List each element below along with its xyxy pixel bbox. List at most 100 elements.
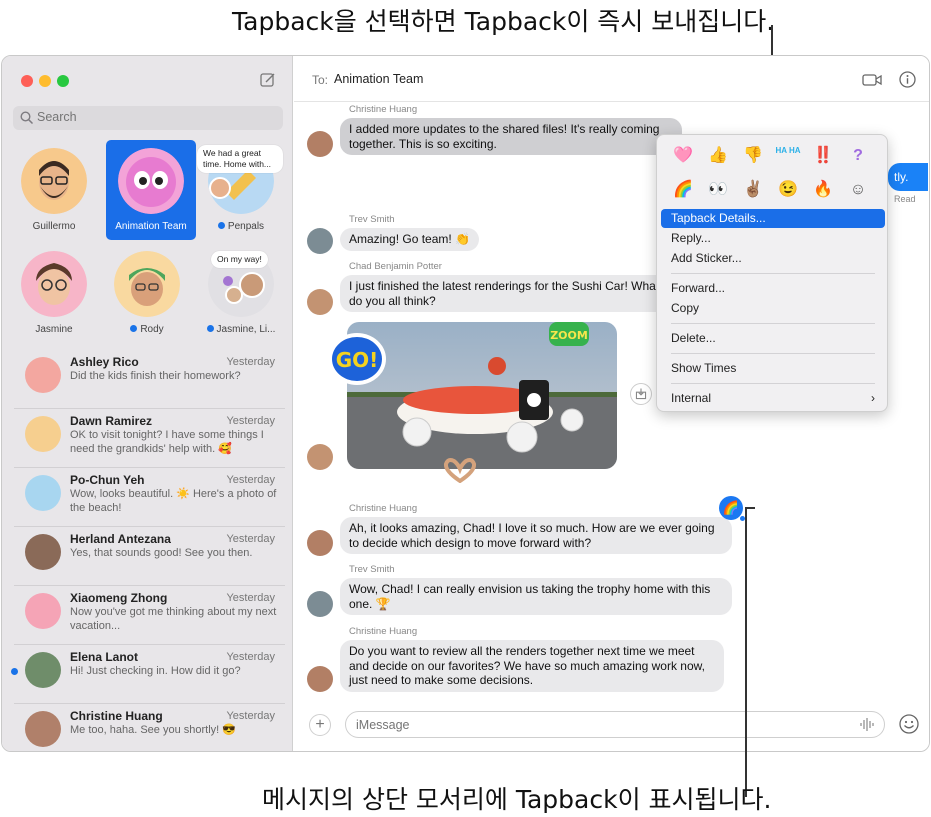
tapback-eyes[interactable]: 👀	[704, 177, 732, 203]
conversation-herland-antezana[interactable]: Herland Antezana Yesterday Yes, that sou…	[14, 527, 285, 586]
conversation-elena-lanot[interactable]: Elena Lanot Yesterday Hi! Just checking …	[11, 645, 285, 704]
conversation-preview: Me too, haha. See you shortly! 😎	[70, 724, 236, 736]
message-bubble[interactable]: Ah, it looks amazing, Chad! I love it so…	[340, 517, 732, 554]
conversation-christine-huang[interactable]: Christine Huang Yesterday Me too, haha. …	[14, 704, 285, 751]
read-receipt: Read	[894, 194, 916, 204]
menu-forward[interactable]: Forward...	[661, 279, 885, 298]
pinned-preview-bubble: We had a great time. Home with...	[197, 145, 283, 173]
message-input[interactable]	[345, 711, 885, 738]
tapback-rainbow[interactable]: 🌈	[669, 177, 697, 203]
conversation-ashley-rico[interactable]: Ashley Rico Yesterday Did the kids finis…	[14, 350, 285, 409]
zoom-window-button[interactable]	[57, 75, 69, 87]
pinned-rody[interactable]: Rody	[102, 243, 192, 343]
pin-label: Jasmine	[35, 324, 73, 335]
pin-label: Jasmine, Li...	[196, 324, 286, 335]
tapback-fire[interactable]: 🔥	[809, 177, 837, 203]
menu-copy[interactable]: Copy	[661, 299, 885, 318]
conversation-xiaomeng-zhong[interactable]: Xiaomeng Zhong Yesterday Now you've got …	[14, 586, 285, 645]
conversation-po-chun-yeh[interactable]: Po-Chun Yeh Yesterday Wow, looks beautif…	[14, 468, 285, 527]
to-label: To:	[312, 73, 329, 87]
sender-name: Chad Benjamin Potter	[349, 261, 442, 272]
chevron-right-icon: ›	[871, 391, 875, 405]
pinned-jasmine[interactable]: Jasmine	[9, 243, 99, 343]
heart-hands-sticker	[443, 458, 477, 483]
caption-bottom: 메시지의 상단 모서리에 Tapback이 표시됩니다.	[262, 785, 772, 814]
avatar	[21, 148, 87, 214]
tapback-victory-hand[interactable]: ✌🏽	[739, 177, 767, 203]
avatar	[25, 416, 61, 452]
tapback-more-emoji[interactable]: ☺	[844, 177, 872, 203]
conversation-time: Yesterday	[226, 356, 275, 368]
conversation-name: Christine Huang	[70, 709, 163, 723]
conversation-time: Yesterday	[226, 592, 275, 604]
search-field[interactable]	[13, 106, 283, 130]
avatar	[21, 251, 87, 317]
video-call-icon[interactable]	[862, 72, 882, 88]
avatar	[307, 131, 333, 157]
unread-dot	[206, 325, 214, 332]
tapback-haha[interactable]: HA HA	[774, 143, 802, 169]
recipient-name[interactable]: Animation Team	[334, 72, 423, 86]
message-context-menu: 🩷 👍 👎 HA HA ‼️ ? 🌈 👀 ✌🏽 😉 🔥 ☺ Tapback De…	[656, 134, 888, 412]
avatar	[25, 475, 61, 511]
sender-name: Trev Smith	[349, 214, 395, 225]
avatar	[25, 711, 61, 747]
go-sticker-text: GO!	[336, 348, 379, 372]
tapback-question[interactable]: ?	[844, 143, 872, 169]
sender-name: Christine Huang	[349, 104, 418, 115]
close-window-button[interactable]	[21, 75, 33, 87]
pin-label: Guillermo	[32, 221, 76, 232]
conversation-name: Dawn Ramirez	[70, 414, 153, 428]
zoom-sticker: ZOOM	[549, 322, 589, 346]
unread-dot	[130, 325, 138, 332]
search-input[interactable]	[37, 110, 237, 124]
minimize-window-button[interactable]	[39, 75, 51, 87]
message-bubble[interactable]: I just finished the latest renderings fo…	[340, 275, 670, 312]
conversation-dawn-ramirez[interactable]: Dawn Ramirez Yesterday OK to visit tonig…	[14, 409, 285, 468]
audio-waveform-icon[interactable]	[859, 717, 875, 732]
sender-name: Trev Smith	[349, 564, 395, 575]
tapback-thumbs-down[interactable]: 👎	[739, 143, 767, 169]
conversation-preview: OK to visit tonight? I have some things …	[70, 429, 264, 455]
tapback-wink[interactable]: 😉	[774, 177, 802, 203]
save-photo-icon[interactable]	[630, 383, 652, 405]
conversation-preview: Yes, that sounds good! See you then.	[70, 547, 253, 559]
menu-separator	[671, 323, 875, 324]
tapback-emphasis[interactable]: ‼️	[809, 143, 837, 169]
message-bubble[interactable]: Wow, Chad! I can really envision us taki…	[340, 578, 732, 615]
tapback-heart[interactable]: 🩷	[669, 143, 697, 169]
menu-show-times[interactable]: Show Times	[661, 359, 885, 378]
avatar	[25, 652, 61, 688]
tapback-thumbs-up[interactable]: 👍	[704, 143, 732, 169]
leader-line-bottom-tick	[745, 507, 755, 509]
menu-internal[interactable]: Internal ›	[661, 389, 885, 408]
pin-label: Animation Team	[115, 221, 187, 232]
pinned-guillermo[interactable]: Guillermo	[9, 140, 99, 240]
sender-name: Christine Huang	[349, 626, 418, 637]
menu-separator	[671, 383, 875, 384]
menu-add-sticker[interactable]: Add Sticker...	[661, 249, 885, 268]
conversation-name: Ashley Rico	[70, 355, 139, 369]
info-icon[interactable]	[899, 71, 916, 88]
menu-delete[interactable]: Delete...	[661, 329, 885, 348]
compose-icon[interactable]	[259, 71, 277, 89]
message-bubble[interactable]: I added more updates to the shared files…	[340, 118, 682, 155]
menu-reply[interactable]: Reply...	[661, 229, 885, 248]
avatar	[25, 593, 61, 629]
menu-tapback-details[interactable]: Tapback Details...	[661, 209, 885, 228]
avatar	[25, 357, 61, 393]
avatar	[307, 444, 333, 470]
conversation-preview: Hi! Just checking in. How did it go?	[70, 665, 241, 677]
outgoing-message-bubble[interactable]: tly.	[888, 163, 928, 191]
emoji-icon[interactable]	[898, 713, 920, 735]
menu-internal-label: Internal	[671, 391, 712, 405]
message-bubble[interactable]: Do you want to review all the renders to…	[340, 640, 724, 692]
avatar	[307, 666, 333, 692]
apps-plus-button[interactable]: +	[309, 714, 331, 736]
message-bubble[interactable]: Amazing! Go team! 👏	[340, 228, 479, 251]
unread-dot	[11, 668, 18, 675]
avatar	[307, 591, 333, 617]
pinned-preview-bubble: On my way!	[211, 251, 268, 268]
pinned-animation-team[interactable]: Animation Team	[106, 140, 196, 240]
avatar	[118, 148, 184, 214]
